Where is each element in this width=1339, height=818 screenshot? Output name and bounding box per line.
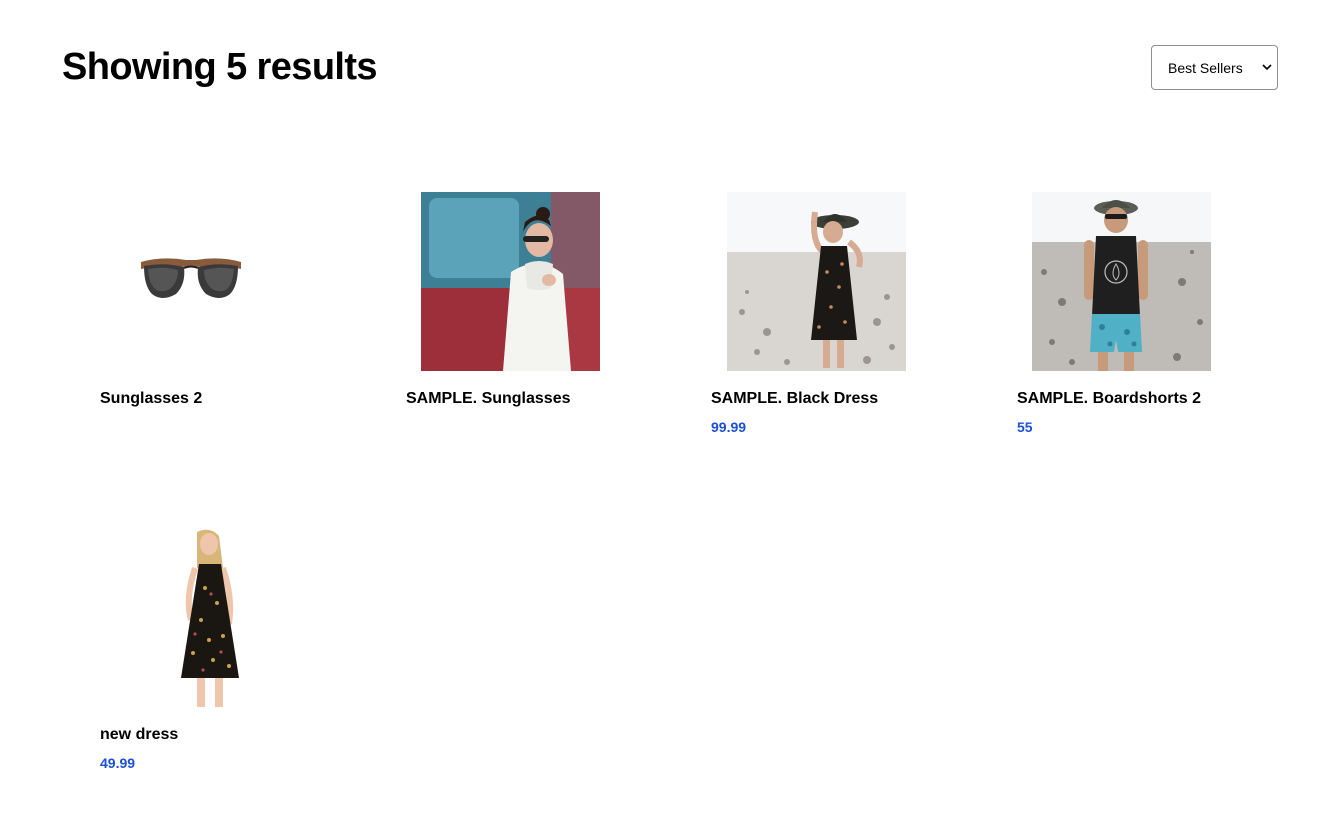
sort-select-value: Best Sellers [1168, 59, 1243, 76]
product-name[interactable]: SAMPLE. Sunglasses [406, 389, 571, 409]
product-image-sample-sunglasses[interactable] [421, 192, 600, 371]
product-image-black-dress[interactable] [727, 192, 906, 371]
chevron-down-icon [1262, 64, 1272, 71]
sunglasses-image [100, 192, 279, 371]
woman-beach-image [727, 192, 906, 371]
product-price: 49.99 [100, 755, 136, 771]
search-results-page: Showing 5 results Best Sellers Sunglasse… [0, 0, 1339, 818]
product-name[interactable]: SAMPLE. Black Dress [711, 389, 878, 409]
man-beach-image [1032, 192, 1211, 371]
product-name[interactable]: Sunglasses 2 [100, 389, 202, 409]
product-card[interactable]: Sunglasses 2 [100, 192, 360, 407]
product-card[interactable]: SAMPLE. Boardshorts 2 55 [1017, 192, 1277, 435]
sort-select[interactable]: Best Sellers [1151, 45, 1278, 90]
product-price: 99.99 [711, 419, 747, 435]
product-image-sunglasses[interactable] [100, 192, 279, 371]
product-card[interactable]: new dress 49.99 [100, 528, 360, 771]
product-card[interactable]: SAMPLE. Sunglasses [406, 192, 666, 407]
product-name[interactable]: SAMPLE. Boardshorts 2 [1017, 389, 1201, 409]
product-image-new-dress[interactable] [115, 528, 294, 707]
woman-floral-dress-image [115, 528, 294, 707]
product-card[interactable]: SAMPLE. Black Dress 99.99 [711, 192, 971, 435]
product-price: 55 [1017, 419, 1033, 435]
product-image-boardshorts[interactable] [1032, 192, 1211, 371]
page-title: Showing 5 results [62, 46, 378, 88]
product-name[interactable]: new dress [100, 725, 178, 745]
woman-car-image [421, 192, 600, 371]
